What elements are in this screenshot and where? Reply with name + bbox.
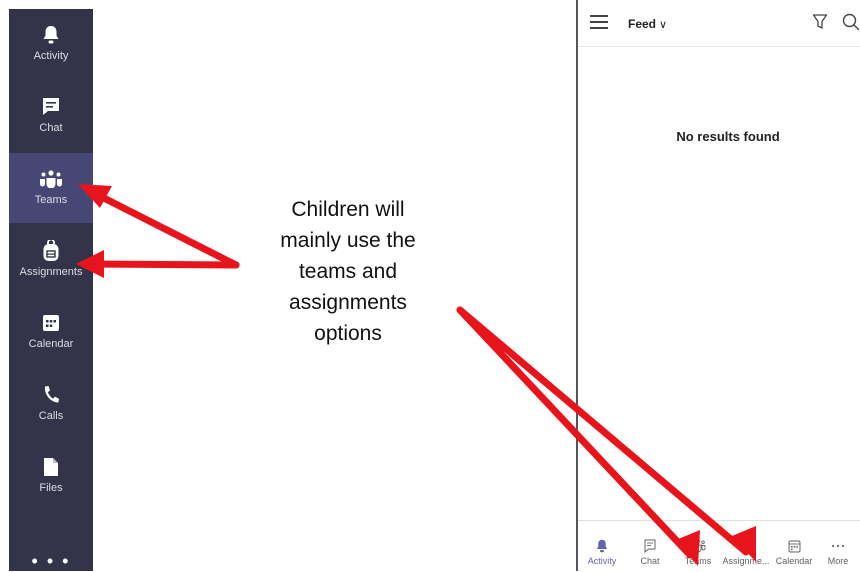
chevron-down-icon: ∨ — [659, 19, 668, 31]
chat-icon — [642, 538, 658, 554]
sidebar-item-activity[interactable]: Activity — [9, 9, 93, 79]
calendar-icon — [786, 538, 802, 554]
search-icon[interactable] — [842, 13, 860, 31]
tab-label: Calendar — [775, 556, 813, 566]
sidebar-item-chat[interactable]: Chat — [9, 81, 93, 151]
mobile-app-screen: Feed ∨ No results found Activity Chat Tea… — [576, 0, 860, 571]
sidebar-item-teams[interactable]: Teams — [9, 153, 93, 223]
tab-assignments[interactable]: Assignme... — [722, 521, 770, 572]
sidebar-item-label: Chat — [39, 122, 63, 134]
mobile-header: Feed ∨ — [578, 0, 860, 47]
annotation-text: Children will mainly use the teams and a… — [238, 194, 458, 349]
sidebar-item-label: Teams — [34, 194, 68, 206]
tab-more[interactable]: More — [814, 521, 860, 572]
tab-label: Teams — [684, 556, 712, 566]
tab-label: More — [827, 556, 849, 566]
sidebar-item-label: Assignments — [19, 266, 83, 278]
tab-label: Chat — [640, 556, 660, 566]
arrow-to-assignments — [88, 260, 240, 269]
teams-icon — [39, 167, 63, 191]
sidebar-item-files[interactable]: Files — [9, 441, 93, 511]
tab-teams[interactable]: Teams — [674, 521, 722, 572]
feed-title: Feed — [628, 17, 657, 31]
annotation-line: assignments — [289, 291, 407, 314]
sidebar-item-assignments[interactable]: Assignments — [9, 225, 93, 295]
calendar-icon — [39, 311, 63, 335]
feed-dropdown[interactable]: Feed ∨ — [628, 17, 667, 31]
more-apps-button[interactable]: • • • — [9, 551, 93, 571]
phone-icon — [39, 383, 63, 407]
backpack-icon — [738, 538, 754, 554]
file-icon — [39, 455, 63, 479]
tab-label: Activity — [587, 556, 617, 566]
sidebar-item-calendar[interactable]: Calendar — [9, 297, 93, 367]
filter-icon[interactable] — [812, 13, 828, 31]
arrow-to-teams — [88, 188, 240, 269]
tab-calendar[interactable]: Calendar — [770, 521, 818, 572]
annotation-line: Children will — [291, 198, 405, 221]
tab-label: Assignme... — [722, 556, 770, 566]
tab-activity[interactable]: Activity — [578, 521, 626, 572]
hamburger-menu-icon[interactable] — [590, 15, 608, 29]
bell-icon — [39, 23, 63, 47]
teams-icon — [690, 538, 706, 554]
sidebar-item-label: Calls — [38, 410, 64, 422]
sidebar-item-label: Files — [39, 482, 63, 494]
sidebar-item-label: Activity — [33, 50, 69, 62]
sidebar-item-label: Calendar — [28, 338, 74, 350]
empty-state-text: No results found — [676, 129, 780, 144]
annotation-line: mainly use the — [280, 229, 416, 252]
sidebar-item-calls[interactable]: Calls — [9, 369, 93, 439]
annotation-line: options — [314, 322, 382, 345]
bell-icon — [594, 538, 610, 554]
backpack-icon — [39, 239, 63, 263]
annotation-line: teams and — [298, 260, 398, 283]
desktop-sidebar: Activity Chat Teams Assignments Calendar… — [9, 9, 93, 571]
mobile-tab-bar: Activity Chat Teams Assignme... Calendar… — [578, 520, 860, 572]
chat-icon — [39, 95, 63, 119]
tab-chat[interactable]: Chat — [626, 521, 674, 572]
more-icon — [830, 538, 846, 554]
